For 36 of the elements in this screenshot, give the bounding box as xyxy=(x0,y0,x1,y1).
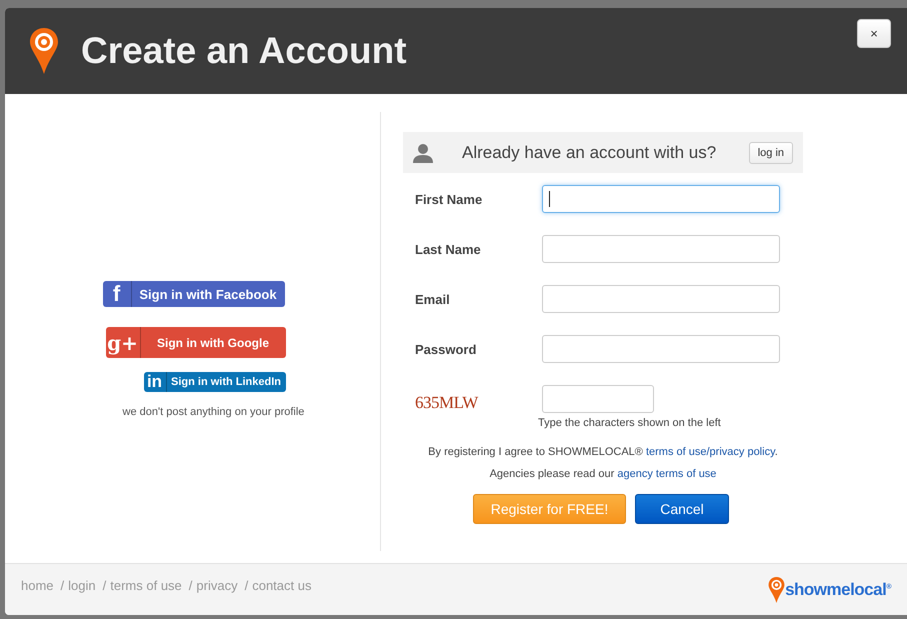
brand-logo: showmelocal$^{®}$ xyxy=(785,580,891,600)
social-sign-in-button[interactable]: in Sign in with LinkedIn xyxy=(144,372,286,392)
privacy-note: we don't post anything on your profile xyxy=(122,406,304,418)
agency-terms-link[interactable]: agency terms of use xyxy=(617,468,716,480)
social-sign-in-button[interactable]: g+ Sign in with Google xyxy=(106,327,286,358)
separator: / xyxy=(244,578,248,593)
footer-link[interactable]: contact us xyxy=(252,578,312,593)
captcha-hint: Type the characters shown on the left xyxy=(538,417,721,429)
footer-link[interactable]: home xyxy=(21,578,54,593)
agencies-text: Agencies please read our agency terms of use xyxy=(488,468,718,480)
login-button[interactable]: log in xyxy=(748,142,793,164)
input-field[interactable] xyxy=(542,185,780,213)
footer-link[interactable]: privacy xyxy=(196,578,238,593)
login-prompt: Already have an account with us? xyxy=(462,142,718,162)
terms-link[interactable]: terms of use/privacy policy xyxy=(646,446,775,458)
map-pin-icon xyxy=(29,28,59,74)
map-pin-icon xyxy=(768,577,786,603)
user-icon xyxy=(413,142,433,162)
field-label: Email xyxy=(415,292,451,306)
captcha-field[interactable] xyxy=(542,385,654,413)
close-button[interactable]: × xyxy=(857,19,891,48)
separator: / xyxy=(188,578,192,593)
agreement-text: By registering I agree to SHOWMELOCAL® terms of use/privacy policy. xyxy=(427,446,779,458)
separator: / xyxy=(60,578,64,593)
field-label: Password xyxy=(415,342,478,356)
input-field[interactable] xyxy=(542,285,780,313)
field-label: Last Name xyxy=(415,242,482,256)
field-label: First Name xyxy=(415,192,484,206)
cancel-button[interactable]: Cancel xyxy=(635,494,729,524)
social-sign-in-button[interactable]: f Sign in with Facebook xyxy=(102,281,284,307)
input-field[interactable] xyxy=(542,335,780,363)
footer-link[interactable]: login xyxy=(68,578,96,593)
footer-link[interactable]: terms of use xyxy=(110,578,182,593)
window-title: Create an Account xyxy=(81,30,407,72)
input-field[interactable] xyxy=(542,235,780,263)
separator: / xyxy=(102,578,106,593)
